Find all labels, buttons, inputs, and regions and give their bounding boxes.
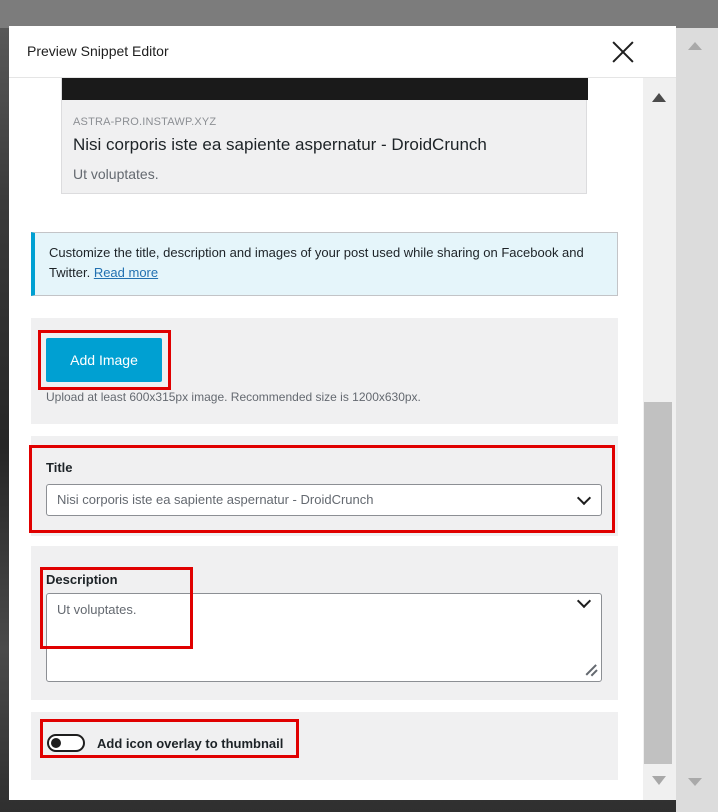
modal-header: Preview Snippet Editor xyxy=(9,26,676,78)
description-label: Description xyxy=(46,572,118,587)
scroll-down-icon[interactable] xyxy=(652,776,666,785)
toggle-knob xyxy=(51,738,61,748)
title-label: Title xyxy=(46,460,73,475)
modal-title: Preview Snippet Editor xyxy=(27,43,169,59)
page-scrollbar[interactable] xyxy=(676,28,718,812)
backdrop-top xyxy=(0,0,718,28)
image-panel: Add Image Upload at least 600x315px imag… xyxy=(31,318,618,424)
preview-description: Ut voluptates. xyxy=(73,166,159,182)
page-scroll-down-icon[interactable] xyxy=(688,778,702,786)
modal-content: ASTRA-PRO.INSTAWP.XYZ Nisi corporis iste… xyxy=(9,78,643,800)
preview-snippet-editor-modal: Preview Snippet Editor ASTRA-PRO.INSTAWP… xyxy=(9,26,676,800)
preview-image xyxy=(62,78,588,100)
close-icon[interactable] xyxy=(606,36,640,70)
scroll-thumb[interactable] xyxy=(644,402,672,764)
title-input[interactable]: Nisi corporis iste ea sapiente aspernatu… xyxy=(46,484,602,516)
preview-title: Nisi corporis iste ea sapiente aspernatu… xyxy=(73,135,487,154)
description-input[interactable]: Ut voluptates. xyxy=(46,593,602,682)
scroll-up-icon[interactable] xyxy=(652,93,666,102)
modal-scrollbar[interactable] xyxy=(643,78,676,800)
toggle-label: Add icon overlay to thumbnail xyxy=(97,736,284,751)
description-panel: Description Ut voluptates. xyxy=(31,546,618,700)
image-hint: Upload at least 600x315px image. Recomme… xyxy=(46,390,421,404)
info-notice: Customize the title, description and ima… xyxy=(31,232,618,296)
resize-handle-icon[interactable] xyxy=(582,661,598,677)
page-scroll-up-icon[interactable] xyxy=(688,42,702,50)
add-image-button[interactable]: Add Image xyxy=(46,338,162,382)
snippet-preview-card: ASTRA-PRO.INSTAWP.XYZ Nisi corporis iste… xyxy=(61,78,588,194)
preview-domain: ASTRA-PRO.INSTAWP.XYZ xyxy=(73,116,217,128)
overlay-toggle[interactable] xyxy=(47,734,85,752)
read-more-link[interactable]: Read more xyxy=(94,265,158,280)
toggle-panel: Add icon overlay to thumbnail xyxy=(31,712,618,780)
title-panel: Title Nisi corporis iste ea sapiente asp… xyxy=(31,436,618,536)
